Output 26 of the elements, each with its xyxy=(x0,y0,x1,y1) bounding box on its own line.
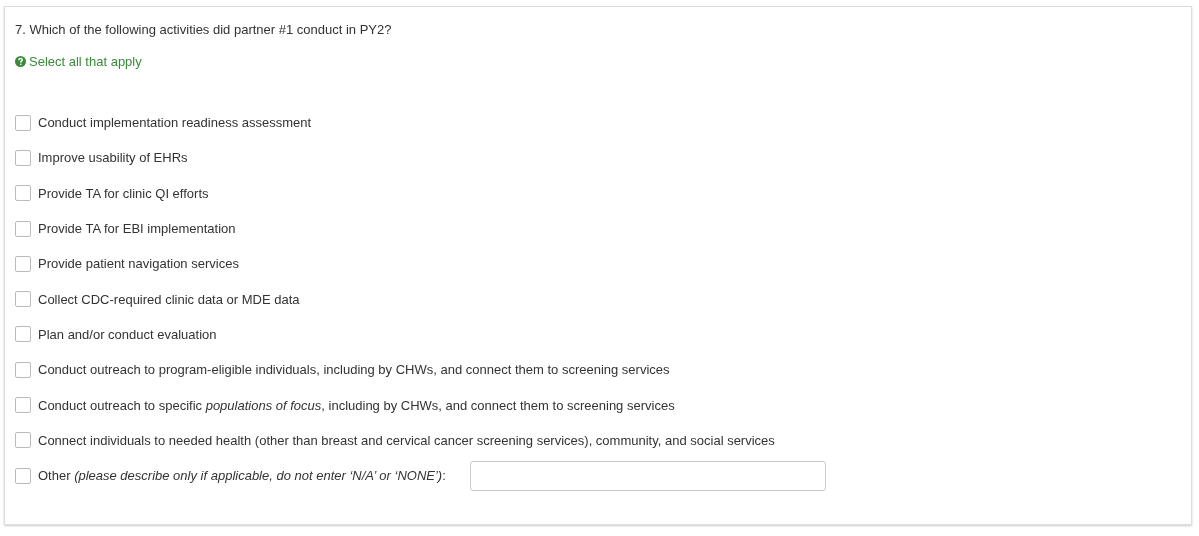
checkbox[interactable] xyxy=(15,432,31,449)
option-label: Other (please describe only if applicable, do not enter ‘N/A’ or ‘NONE’): xyxy=(38,468,446,484)
option-label: Provide TA for EBI implementation xyxy=(38,221,236,237)
checkbox[interactable] xyxy=(15,114,31,131)
checkbox[interactable] xyxy=(15,326,31,343)
checkbox[interactable] xyxy=(15,291,31,308)
hint-text: Select all that apply xyxy=(29,54,142,69)
option-label: Plan and/or conduct evaluation xyxy=(38,326,217,342)
option-label: Improve usability of EHRs xyxy=(38,150,188,166)
option-label: Conduct outreach to program-eligible individuals, including by CHWs, and connect them to screening services xyxy=(38,362,670,378)
option-label: Collect CDC-required clinic data or MDE data xyxy=(38,291,300,307)
checkbox[interactable] xyxy=(15,467,31,484)
checkbox[interactable] xyxy=(15,149,31,166)
option-label: Connect individuals to needed health (other than breast and cervical cancer screening services), community, and social services xyxy=(38,432,775,448)
checkbox[interactable] xyxy=(15,397,31,413)
option-label: Provide patient navigation services xyxy=(38,256,239,272)
option-label: Provide TA for clinic QI efforts xyxy=(38,185,209,201)
checkbox[interactable] xyxy=(15,185,31,202)
checkbox[interactable] xyxy=(15,255,31,272)
option-label: Conduct outreach to specific populations of focus, including by CHWs, and connect them to screening services xyxy=(38,397,675,413)
question-title: 7. Which of the following activities did partner #1 conduct in PY2? xyxy=(15,22,392,37)
checkbox[interactable] xyxy=(15,220,31,237)
other-input-field[interactable] xyxy=(469,460,826,491)
option-label: Conduct implementation readiness assessment xyxy=(38,115,312,131)
checkbox[interactable] xyxy=(15,361,31,378)
help-icon xyxy=(15,56,26,67)
